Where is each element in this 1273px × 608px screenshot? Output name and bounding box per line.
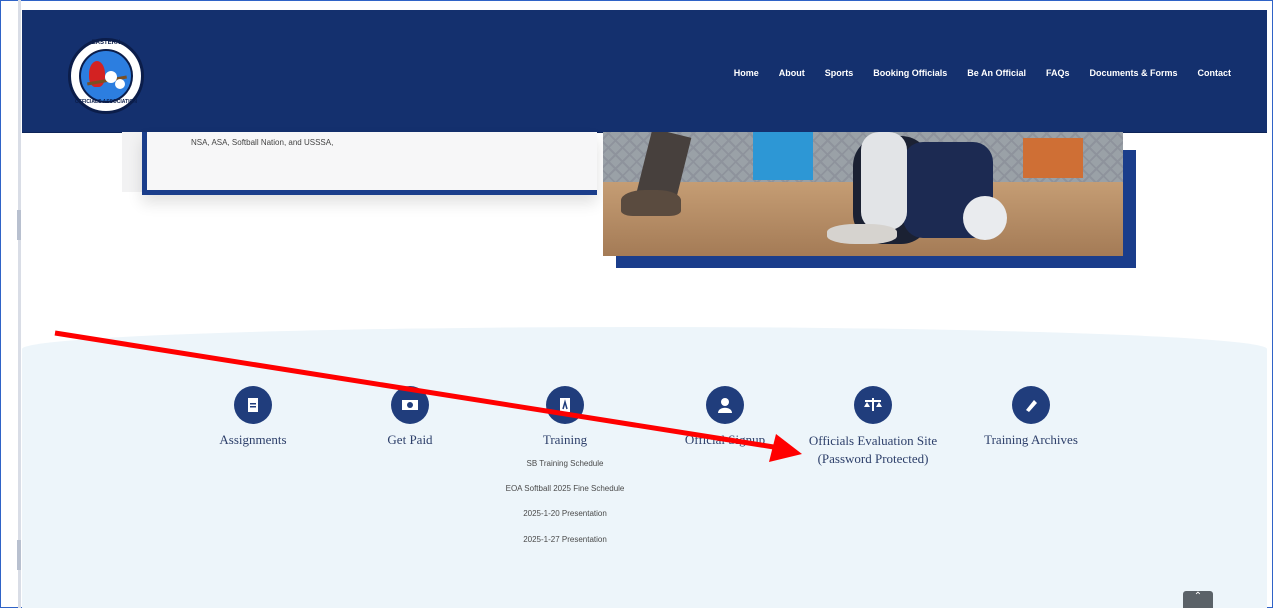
scroll-to-top-button[interactable]: ⌃ xyxy=(1183,591,1213,608)
chevron-up-icon: ⌃ xyxy=(1193,591,1203,602)
annotation-arrow xyxy=(54,330,802,462)
